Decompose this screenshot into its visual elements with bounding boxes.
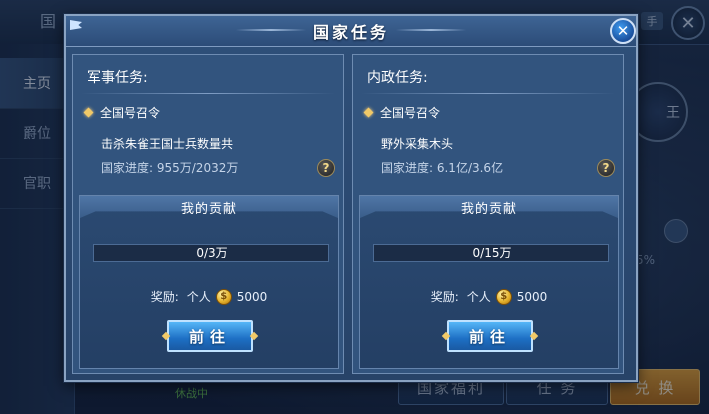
my-contribution-box: 我的贡献 0/15万 奖励: 个人 $ 5000 前往 xyxy=(359,195,619,369)
button-ornament-left xyxy=(161,331,171,341)
order-label: 全国号召令 xyxy=(100,105,161,120)
dialog-title: 国家任务 xyxy=(312,23,389,42)
task-description: 击杀朱雀王国士兵数量共 xyxy=(101,137,234,151)
reward-label: 奖励: xyxy=(430,290,459,304)
reward-row: 奖励: 个人 $ 5000 xyxy=(80,288,338,305)
military-task-panel: 军事任务: 全国号召令 击杀朱雀王国士兵数量共 国家进度: 955万/2032万… xyxy=(72,54,344,374)
reward-amount: 5000 xyxy=(236,289,268,304)
order-row: 全国号召令 xyxy=(363,104,441,120)
progress-text: 0/3万 xyxy=(196,246,228,260)
diamond-icon xyxy=(83,107,94,117)
coin-icon: $ xyxy=(495,288,512,305)
reward-amount: 5000 xyxy=(516,289,548,304)
panel-header: 内政任务: xyxy=(367,70,428,86)
panel-divider xyxy=(361,93,615,94)
go-button-label: 前往 xyxy=(468,327,511,346)
reward-label: 奖励: xyxy=(150,290,179,304)
reward-row: 奖励: 个人 $ 5000 xyxy=(360,288,618,305)
panel-divider xyxy=(81,93,335,94)
my-contribution-box: 我的贡献 0/3万 奖励: 个人 $ 5000 前往 xyxy=(79,195,339,369)
button-ornament-right xyxy=(249,331,259,341)
national-progress: 国家进度: 6.1亿/3.6亿 xyxy=(381,161,504,175)
help-icon[interactable]: ? xyxy=(317,159,335,177)
order-row: 全国号召令 xyxy=(83,104,161,120)
go-button[interactable]: 前往 xyxy=(441,320,539,352)
diamond-icon xyxy=(363,107,374,117)
reward-type: 个人 xyxy=(466,290,491,304)
contribution-progress-bar: 0/3万 xyxy=(93,244,329,262)
coin-icon: $ xyxy=(215,288,232,305)
go-button[interactable]: 前往 xyxy=(161,320,259,352)
national-task-dialog: 国家任务 ✕ 军事任务: 全国号召令 击杀朱雀王国士兵数量共 国家进度: 955… xyxy=(64,14,638,382)
dialog-titlebar: 国家任务 xyxy=(66,16,636,47)
button-ornament-left xyxy=(441,331,451,341)
button-ornament-right xyxy=(529,331,539,341)
order-label: 全国号召令 xyxy=(380,105,441,120)
close-icon[interactable]: ✕ xyxy=(610,18,636,44)
task-description: 野外采集木头 xyxy=(381,137,454,151)
reward-type: 个人 xyxy=(186,290,211,304)
panel-header: 军事任务: xyxy=(87,70,148,86)
national-progress: 国家进度: 955万/2032万 xyxy=(101,161,239,175)
go-button-label: 前往 xyxy=(188,327,231,346)
domestic-task-panel: 内政任务: 全国号召令 野外采集木头 国家进度: 6.1亿/3.6亿 ? 我的贡… xyxy=(352,54,624,374)
contribution-title: 我的贡献 xyxy=(180,202,237,217)
contribution-progress-bar: 0/15万 xyxy=(373,244,609,262)
help-icon[interactable]: ? xyxy=(597,159,615,177)
progress-text: 0/15万 xyxy=(472,246,512,260)
contribution-title: 我的贡献 xyxy=(460,202,517,217)
